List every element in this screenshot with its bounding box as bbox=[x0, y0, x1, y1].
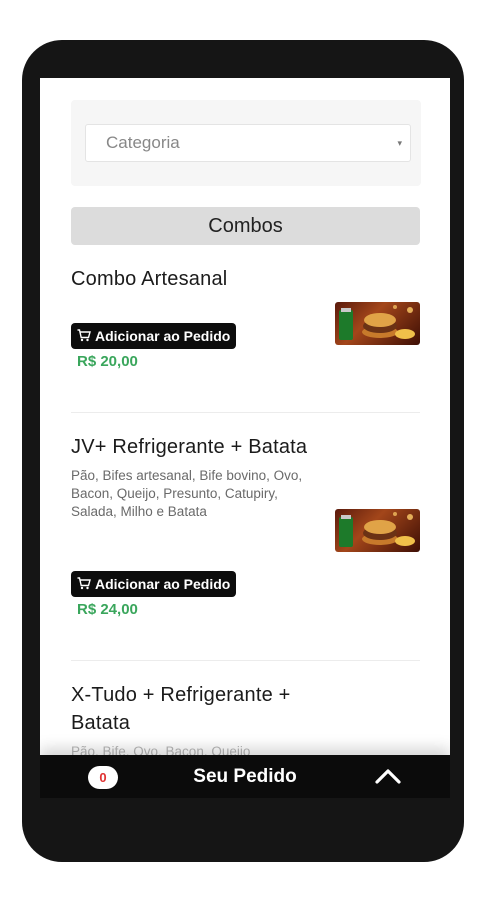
app-screen: Categoria ▾ Combos Combo Artesanal Adici… bbox=[40, 78, 450, 798]
add-to-order-label: Adicionar ao Pedido bbox=[95, 328, 231, 344]
product-price: R$ 20,00 bbox=[77, 353, 138, 370]
caret-down-icon: ▾ bbox=[397, 138, 402, 148]
order-bar[interactable]: 0 Seu Pedido bbox=[40, 755, 450, 798]
cart-icon bbox=[77, 324, 91, 350]
category-select[interactable]: Categoria ▾ bbox=[85, 124, 411, 162]
product-item: JV+ Refrigerante + Batata Pão, Bifes art… bbox=[71, 433, 420, 623]
product-title: JV+ Refrigerante + Batata bbox=[71, 436, 308, 458]
category-filter-panel: Categoria ▾ bbox=[71, 100, 421, 186]
divider bbox=[71, 660, 420, 661]
add-to-order-label: Adicionar ao Pedido bbox=[95, 576, 231, 592]
add-to-order-button[interactable]: Adicionar ao Pedido bbox=[71, 571, 237, 598]
cart-icon bbox=[77, 572, 91, 598]
product-image[interactable] bbox=[335, 302, 420, 345]
product-title: Combo Artesanal bbox=[71, 268, 228, 290]
add-to-order-button[interactable]: Adicionar ao Pedido bbox=[71, 323, 237, 350]
section-header: Combos bbox=[71, 207, 420, 245]
product-price: R$ 24,00 bbox=[77, 601, 138, 618]
chevron-up-icon[interactable] bbox=[374, 765, 402, 792]
product-title: X-Tudo + Refrigerante + Batata bbox=[71, 684, 291, 734]
product-image[interactable] bbox=[335, 509, 420, 552]
product-description: Pão, Bifes artesanal, Bife bovino, Ovo, … bbox=[71, 468, 303, 519]
category-select-value: Categoria bbox=[106, 133, 180, 152]
product-item: Combo Artesanal Adicionar ao Pedido R$ 2… bbox=[71, 265, 420, 375]
divider bbox=[71, 412, 420, 413]
